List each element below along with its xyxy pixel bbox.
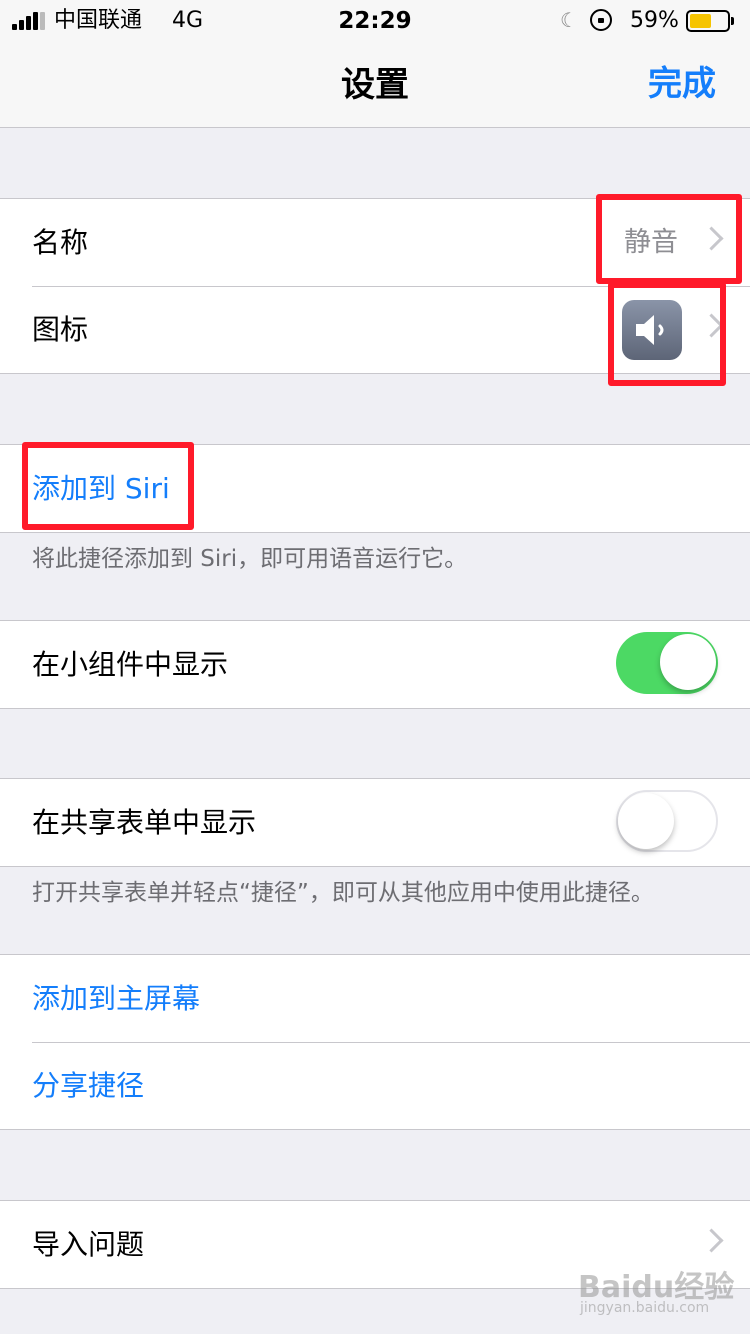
share-sheet-note: 打开共享表单并轻点“捷径”，即可从其他应用中使用此捷径。 <box>32 880 654 906</box>
add-to-home-screen-button[interactable]: 添加到主屏幕 <box>32 955 200 1042</box>
battery-icon <box>686 10 734 32</box>
status-bar: 中国联通 4G 22:29 ☾ 59% <box>0 0 750 42</box>
annotation-box-siri <box>22 442 194 530</box>
name-label: 名称 <box>32 226 89 259</box>
add-to-home-row[interactable]: 添加到主屏幕 <box>0 955 750 1042</box>
annotation-box-icon <box>608 282 726 386</box>
toggle-knob <box>660 634 716 690</box>
import-questions-label: 导入问题 <box>32 1228 145 1261</box>
battery-fill <box>690 14 711 28</box>
share-sheet-label: 在共享表单中显示 <box>32 806 257 839</box>
share-sheet-group: 在共享表单中显示 <box>0 778 750 867</box>
chevron-right-icon <box>699 1228 724 1253</box>
navigation-bar: 设置 完成 <box>0 42 750 128</box>
widget-group: 在小组件中显示 <box>0 620 750 709</box>
siri-note: 将此捷径添加到 Siri，即可用语音运行它。 <box>32 546 468 572</box>
share-sheet-toggle[interactable] <box>616 790 718 852</box>
done-button[interactable]: 完成 <box>648 63 716 105</box>
do-not-disturb-icon: ☾ <box>560 8 578 32</box>
widget-toggle[interactable] <box>616 632 718 694</box>
share-sheet-row: 在共享表单中显示 <box>0 779 750 866</box>
share-shortcut-row[interactable]: 分享捷径 <box>0 1042 750 1129</box>
page-title: 设置 <box>341 65 409 105</box>
battery-percent: 59% <box>630 8 679 33</box>
actions-group: 添加到主屏幕 分享捷径 <box>0 954 750 1130</box>
watermark-url: jingyan.baidu.com <box>580 1300 710 1316</box>
rotation-lock-icon <box>590 9 612 31</box>
toggle-knob <box>618 793 674 849</box>
icon-label: 图标 <box>32 313 89 346</box>
widget-label: 在小组件中显示 <box>32 648 229 681</box>
widget-row: 在小组件中显示 <box>0 621 750 708</box>
share-shortcut-button[interactable]: 分享捷径 <box>32 1042 144 1129</box>
annotation-box-name <box>596 194 742 284</box>
